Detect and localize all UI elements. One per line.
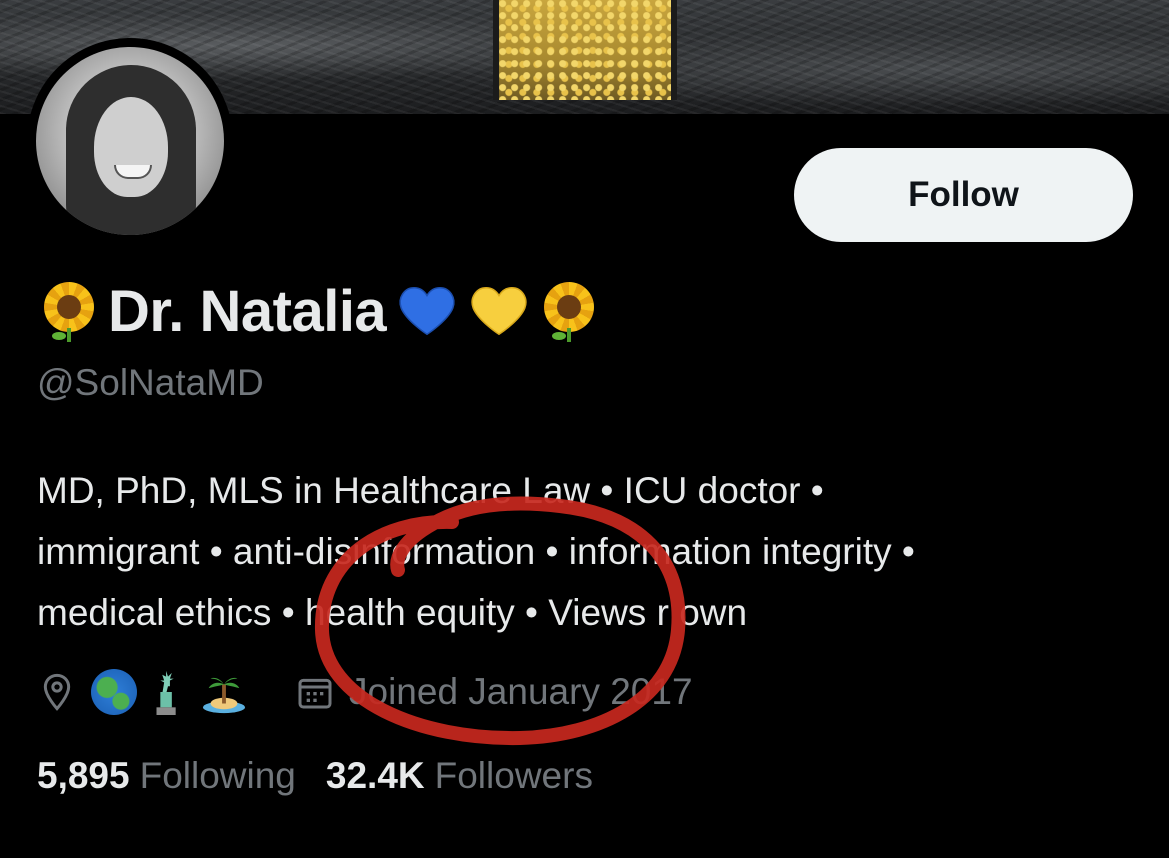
desert-island-icon bbox=[199, 669, 249, 715]
display-name-row: Dr. Natalia bbox=[40, 276, 598, 346]
follow-stats: 5,895 Following 32.4K Followers bbox=[37, 748, 623, 804]
blue-heart-icon bbox=[396, 280, 458, 342]
bio-line: immigrant • anti-disinformation • inform… bbox=[37, 531, 915, 572]
globe-americas-icon bbox=[91, 669, 137, 715]
avatar-face bbox=[94, 97, 168, 197]
bio-line: MD, PhD, MLS in Healthcare Law • ICU doc… bbox=[37, 470, 824, 511]
avatar-photo bbox=[36, 47, 224, 235]
followers-link[interactable]: 32.4K Followers bbox=[326, 755, 623, 797]
bio-line: medical ethics • health equity • Views r… bbox=[37, 592, 748, 633]
bio: MD, PhD, MLS in Healthcare Law • ICU doc… bbox=[37, 460, 1147, 643]
sunflower-icon bbox=[40, 282, 98, 342]
sunflower-icon bbox=[540, 282, 598, 342]
followers-count: 32.4K bbox=[325, 755, 425, 796]
following-label: Following bbox=[139, 755, 296, 796]
following-link[interactable]: 5,895 Following bbox=[37, 755, 326, 797]
banner-sunflower-door-image bbox=[493, 0, 677, 100]
display-name: Dr. Natalia bbox=[108, 278, 387, 344]
follow-button[interactable]: Follow bbox=[794, 148, 1133, 242]
avatar[interactable] bbox=[27, 38, 233, 244]
location-pin-icon bbox=[37, 672, 77, 712]
following-count: 5,895 bbox=[37, 755, 130, 796]
location-emojis bbox=[91, 666, 249, 718]
joined-date: Joined January 2017 bbox=[349, 671, 693, 712]
user-handle: @SolNataMD bbox=[37, 362, 264, 403]
followers-label: Followers bbox=[434, 755, 593, 796]
calendar-icon bbox=[295, 672, 335, 712]
yellow-heart-icon bbox=[468, 280, 530, 342]
statue-of-liberty-icon bbox=[145, 666, 191, 718]
profile-meta-row: Joined January 2017 bbox=[37, 662, 693, 722]
